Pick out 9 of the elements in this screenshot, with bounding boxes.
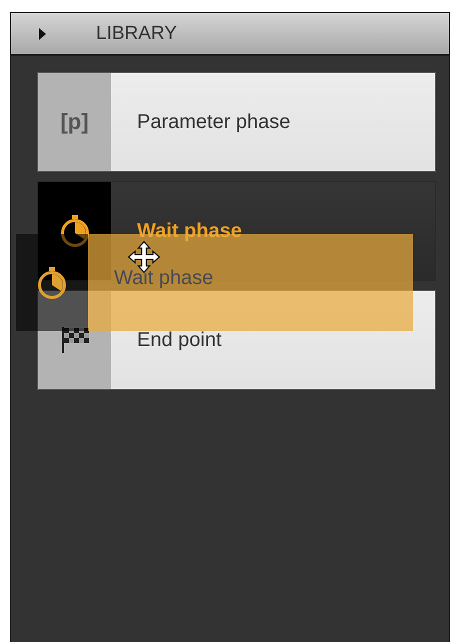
item-label: End point bbox=[137, 328, 222, 352]
parameter-icon: [p] bbox=[60, 109, 89, 135]
stopwatch-icon bbox=[58, 214, 90, 248]
panel-header[interactable]: LIBRARY bbox=[11, 13, 449, 56]
item-label: Parameter phase bbox=[137, 110, 290, 134]
stopwatch-icon bbox=[36, 266, 68, 300]
expand-triangle-icon[interactable] bbox=[39, 28, 46, 40]
library-item[interactable]: [p] Parameter phase bbox=[37, 72, 436, 172]
header-title: LIBRARY bbox=[96, 22, 177, 44]
